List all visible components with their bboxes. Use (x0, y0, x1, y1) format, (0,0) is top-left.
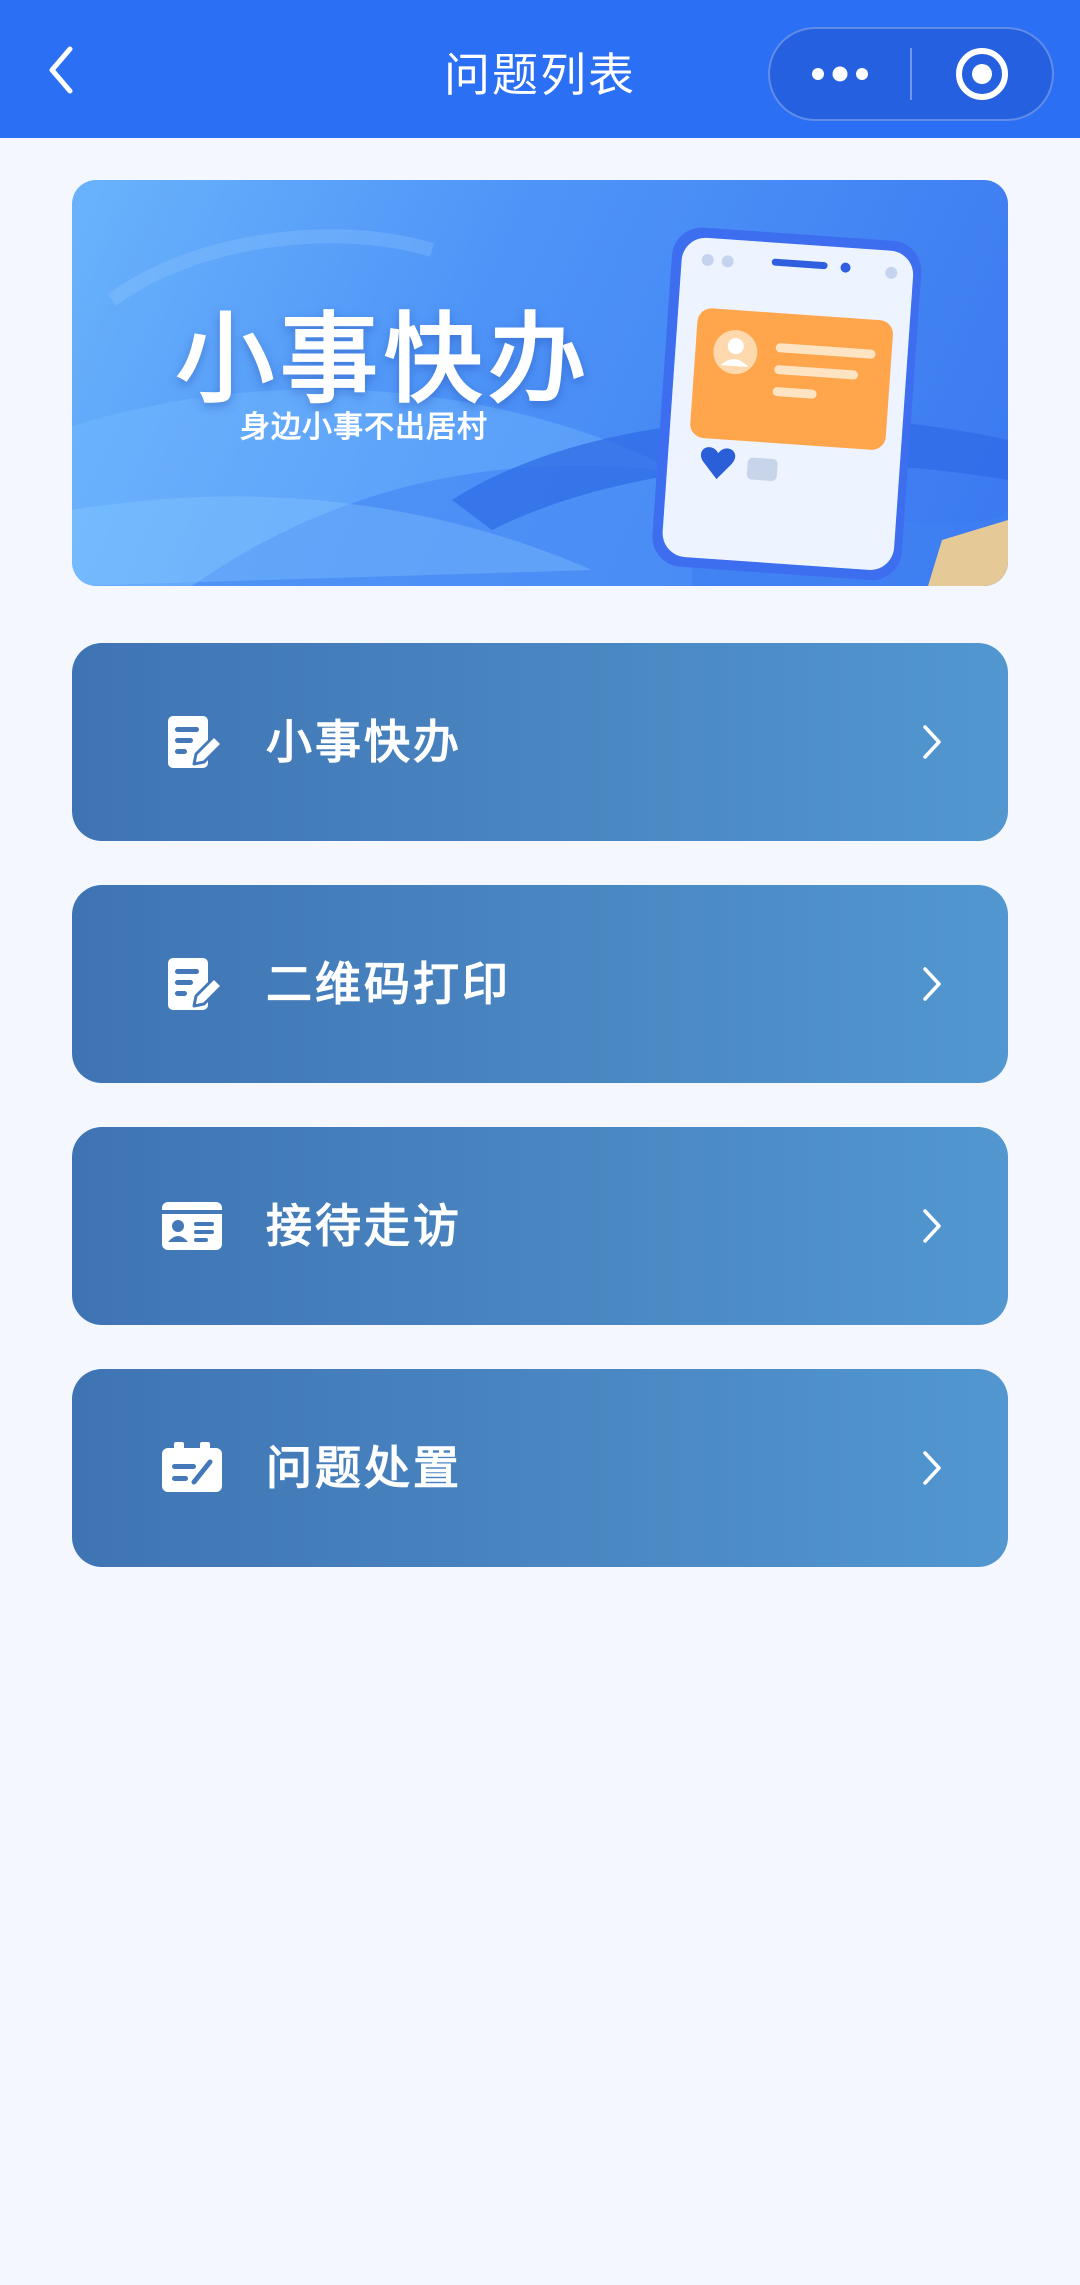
banner-title: 小事快办 (176, 303, 593, 417)
id-card-icon (162, 1202, 222, 1250)
menu-item-label: 二维码打印 (266, 957, 511, 1011)
edit-note-icon (168, 958, 224, 1010)
chevron-right-icon (923, 1451, 941, 1485)
edit-note-icon (168, 716, 224, 768)
banner-subtitle: 身边小事不出居村 (240, 410, 488, 445)
menu-item-qrcode-print[interactable]: 二维码打印 (72, 885, 1008, 1083)
chevron-right-icon (923, 967, 941, 1001)
chevron-right-icon (923, 725, 941, 759)
more-dots-icon (812, 66, 868, 82)
clipboard-icon (162, 1442, 222, 1492)
chevron-right-icon (923, 1209, 941, 1243)
menu-item-label: 小事快办 (266, 715, 462, 769)
mini-program-capsule (768, 27, 1054, 121)
menu-item-reception-visit[interactable]: 接待走访 (72, 1127, 1008, 1325)
target-circle-icon (955, 48, 1008, 100)
menu-item-quick-handle[interactable]: 小事快办 (72, 643, 1008, 841)
close-mini-program-button[interactable] (912, 29, 1052, 119)
menu-item-label: 接待走访 (266, 1199, 462, 1253)
menu-list: 小事快办 二维码打印 接待走访 问题处置 (72, 643, 1008, 1611)
more-button[interactable] (770, 29, 910, 119)
menu-item-issue-handling[interactable]: 问题处置 (72, 1369, 1008, 1567)
promo-banner: 小事快办 身边小事不出居村 (72, 180, 1008, 586)
menu-item-label: 问题处置 (266, 1441, 462, 1495)
top-nav-bar: 问题列表 (0, 0, 1080, 138)
